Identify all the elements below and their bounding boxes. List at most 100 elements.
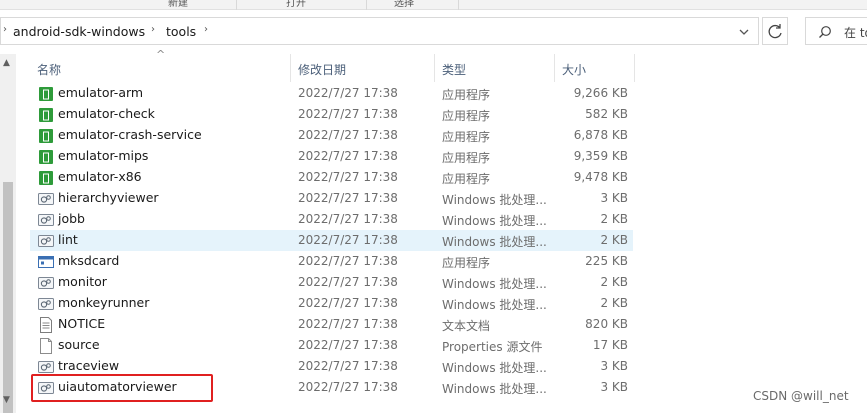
breadcrumb-chevron-icon[interactable]: ›: [204, 24, 208, 35]
file-row-emulator-arm[interactable]: emulator-arm 2022/7/27 17:38 应用程序 9,266 KB: [30, 83, 633, 104]
file-type: 应用程序: [442, 88, 491, 102]
file-row-mksdcard[interactable]: mksdcard 2022/7/27 17:38 应用程序 225 KB: [30, 251, 633, 272]
file-name: monitor: [58, 274, 107, 289]
breadcrumb-chevron-icon[interactable]: ›: [151, 24, 155, 35]
file-row-notice[interactable]: NOTICE 2022/7/27 17:38 文本文档 820 KB: [30, 314, 633, 335]
refresh-button[interactable]: [762, 17, 788, 45]
text-file-icon: [38, 317, 54, 333]
ribbon-open-label[interactable]: 打开: [286, 0, 306, 9]
file-date: 2022/7/27 17:38: [298, 317, 398, 331]
refresh-icon: [768, 24, 782, 39]
file-type: Properties 源文件: [442, 340, 543, 354]
exe-green-icon: [38, 86, 54, 102]
column-header-name[interactable]: 名称: [30, 54, 291, 82]
batch-file-icon: [38, 233, 54, 249]
file-size: 2 KB: [600, 233, 628, 247]
file-size: 9,266 KB: [573, 86, 628, 100]
file-row-emulator-mips[interactable]: emulator-mips 2022/7/27 17:38 应用程序 9,359 KB: [30, 146, 633, 167]
file-date: 2022/7/27 17:38: [298, 107, 398, 121]
file-type: Windows 批处理...: [442, 277, 547, 291]
exe-green-icon: [38, 149, 54, 165]
file-size: 6,878 KB: [573, 128, 628, 142]
file-date: 2022/7/27 17:38: [298, 191, 398, 205]
file-name: NOTICE: [58, 316, 106, 331]
exe-window-icon: [38, 254, 54, 270]
file-date: 2022/7/27 17:38: [298, 275, 398, 289]
scroll-down-icon[interactable]: ▼: [3, 395, 10, 405]
file-type: Windows 批处理...: [442, 361, 547, 375]
file-row-source[interactable]: source 2022/7/27 17:38 Properties 源文件 17 KB: [30, 335, 633, 356]
batch-file-icon: [38, 296, 54, 312]
file-row-emulator-x86[interactable]: emulator-x86 2022/7/27 17:38 应用程序 9,478 KB: [30, 167, 633, 188]
vertical-scrollbar[interactable]: ▲ ▼: [0, 54, 16, 413]
file-type: Windows 批处理...: [442, 235, 547, 249]
file-row-emulator-crash-service[interactable]: emulator-crash-service 2022/7/27 17:38 应用程…: [30, 125, 633, 146]
ribbon-new-label[interactable]: 新建: [168, 0, 188, 9]
column-header-type[interactable]: 类型: [435, 54, 555, 82]
file-row-hierarchyviewer[interactable]: hierarchyviewer 2022/7/27 17:38 Windows 批处…: [30, 188, 633, 209]
file-type: Windows 批处理...: [442, 193, 547, 207]
column-header-size[interactable]: 大小: [555, 54, 635, 82]
ribbon-bar: 新建 打开 选择: [0, 0, 867, 10]
highlight-box: [31, 374, 213, 402]
exe-green-icon: [38, 107, 54, 123]
file-name: emulator-check: [58, 106, 155, 121]
file-date: 2022/7/27 17:38: [298, 338, 398, 352]
file-row-monitor[interactable]: monitor 2022/7/27 17:38 Windows 批处理... 2 KB: [30, 272, 633, 293]
file-row-jobb[interactable]: jobb 2022/7/27 17:38 Windows 批处理... 2 KB: [30, 209, 633, 230]
file-date: 2022/7/27 17:38: [298, 212, 398, 226]
file-size: 2 KB: [600, 296, 628, 310]
file-size: 9,359 KB: [573, 149, 628, 163]
scrollbar-thumb[interactable]: [3, 182, 13, 413]
breadcrumb-android-sdk-windows[interactable]: android-sdk-windows: [13, 24, 145, 39]
ribbon-select-label[interactable]: 选择: [394, 0, 414, 9]
exe-green-icon: [38, 128, 54, 144]
file-name: source: [58, 337, 100, 352]
file-name: monkeyrunner: [58, 295, 150, 310]
address-bar[interactable]: › android-sdk-windows › tools ›: [0, 17, 759, 45]
file-row-emulator-check[interactable]: emulator-check 2022/7/27 17:38 应用程序 582 KB: [30, 104, 633, 125]
batch-file-icon: [38, 191, 54, 207]
column-header-date[interactable]: 修改日期: [291, 54, 435, 82]
batch-file-icon: [38, 212, 54, 228]
file-name: hierarchyviewer: [58, 190, 159, 205]
file-type: Windows 批处理...: [442, 382, 547, 396]
file-size: 582 KB: [585, 107, 628, 121]
file-date: 2022/7/27 17:38: [298, 170, 398, 184]
file-date: 2022/7/27 17:38: [298, 128, 398, 142]
search-placeholder: 在 to: [844, 26, 867, 40]
chevron-down-icon[interactable]: [735, 23, 753, 41]
file-type: 应用程序: [442, 130, 491, 144]
file-size: 2 KB: [600, 212, 628, 226]
file-size: 17 KB: [592, 338, 628, 352]
file-name: traceview: [58, 358, 120, 373]
file-name: emulator-mips: [58, 148, 149, 163]
file-date: 2022/7/27 17:38: [298, 233, 398, 247]
file-name: emulator-arm: [58, 85, 144, 100]
blank-file-icon: [38, 338, 54, 354]
column-header-row: ^ 名称 修改日期 类型 大小: [30, 48, 640, 82]
file-size: 225 KB: [585, 254, 628, 268]
file-type: 应用程序: [442, 172, 491, 186]
search-input[interactable]: 在 to: [805, 17, 867, 45]
file-name: mksdcard: [58, 253, 120, 268]
file-size: 9,478 KB: [573, 170, 628, 184]
breadcrumb-tools[interactable]: tools: [166, 24, 196, 39]
search-icon: [819, 26, 831, 38]
file-size: 3 KB: [600, 359, 628, 373]
file-type: 应用程序: [442, 256, 491, 270]
file-type: Windows 批处理...: [442, 298, 547, 312]
file-size: 820 KB: [585, 317, 628, 331]
file-row-lint[interactable]: lint 2022/7/27 17:38 Windows 批处理... 2 KB: [30, 230, 633, 251]
scroll-up-icon[interactable]: ▲: [3, 58, 10, 68]
file-date: 2022/7/27 17:38: [298, 296, 398, 310]
file-size: 3 KB: [600, 380, 628, 394]
file-name: emulator-x86: [58, 169, 142, 184]
file-date: 2022/7/27 17:38: [298, 149, 398, 163]
file-date: 2022/7/27 17:38: [298, 380, 398, 394]
file-type: 应用程序: [442, 109, 491, 123]
batch-file-icon: [38, 275, 54, 291]
file-type: 文本文档: [442, 319, 491, 333]
file-row-monkeyrunner[interactable]: monkeyrunner 2022/7/27 17:38 Windows 批处理..…: [30, 293, 633, 314]
breadcrumb-chevron-icon[interactable]: ›: [3, 24, 7, 35]
